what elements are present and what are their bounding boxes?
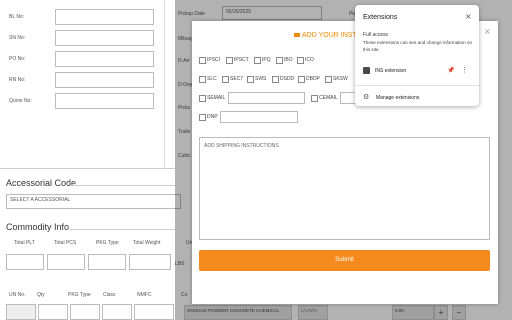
- modal-close-icon[interactable]: ×: [484, 27, 491, 36]
- dnp-input[interactable]: [220, 111, 298, 123]
- pkg-type-input-2[interactable]: [70, 304, 100, 320]
- accessorial-title: Accessorial Code: [6, 178, 77, 188]
- extensions-popup: Extensions × Full access These extension…: [355, 5, 479, 106]
- checkbox-cemail[interactable]: [311, 95, 318, 102]
- checkbox-ipsct-label: IPSCT: [234, 57, 249, 63]
- checkbox-slc-label: SLC: [207, 76, 217, 82]
- checkbox-dnp[interactable]: [199, 114, 206, 121]
- checkbox-semail[interactable]: [199, 95, 206, 102]
- full-access-description: These extensions can see and change info…: [363, 40, 473, 52]
- po-no-label: PO No:: [9, 56, 26, 62]
- dnp-label: DNP: [207, 114, 218, 120]
- submit-button[interactable]: Submit: [199, 250, 490, 271]
- divider: [355, 85, 479, 86]
- bl-no-label: BL No:: [9, 14, 25, 20]
- rn-no-label: RN No:: [9, 77, 26, 83]
- un-no-label: UN No.: [9, 292, 26, 298]
- checkbox-dbdp[interactable]: [298, 76, 305, 83]
- pkg-type-label-2: PKG Type: [68, 292, 91, 298]
- checkbox-sec7-label: SEC7: [230, 76, 244, 82]
- pkg-type-input[interactable]: [88, 254, 126, 270]
- checkbox-ipq[interactable]: [254, 57, 261, 64]
- nmfc-input[interactable]: [134, 304, 174, 320]
- folder-icon: [294, 33, 300, 38]
- checkbox-ibo[interactable]: [276, 57, 283, 64]
- pkg-type-label: PKG Type: [96, 240, 119, 246]
- checkbox-sws[interactable]: [247, 76, 254, 83]
- extensions-title: Extensions: [363, 14, 398, 21]
- quote-no-label: Quote No:: [9, 98, 32, 104]
- checkbox-sws-label: SWS: [255, 76, 267, 82]
- un-no-input[interactable]: [6, 304, 36, 320]
- quote-no-input[interactable]: [55, 93, 154, 109]
- pin-icon[interactable]: 📌: [447, 67, 454, 74]
- more-options-icon[interactable]: ⋮: [461, 66, 468, 74]
- accessorial-select[interactable]: SELECT A ACCESSORIAL: [6, 194, 181, 209]
- checkbox-dbdp-label: DBDP: [306, 76, 320, 82]
- class-label: Class: [103, 292, 116, 298]
- divider: [0, 168, 175, 169]
- divider: [70, 229, 175, 230]
- cemail-label: CEMAIL: [319, 95, 338, 101]
- shipping-instructions-textarea[interactable]: ADD SHIPPING INSTRUCTIONS: [199, 137, 490, 240]
- rn-no-input[interactable]: [55, 72, 154, 88]
- checkbox-dsdd-label: DSDD: [280, 76, 295, 82]
- class-input[interactable]: [102, 304, 132, 320]
- checkbox-ipsci-label: IPSCI: [207, 57, 221, 63]
- checkbox-dsdd[interactable]: [272, 76, 279, 83]
- checkbox-ico-label: ICO: [305, 57, 314, 63]
- divider: [164, 0, 165, 168]
- semail-label: SEMAIL: [207, 95, 226, 101]
- checkbox-ipsci[interactable]: [199, 57, 206, 64]
- total-plt-input[interactable]: [6, 254, 44, 270]
- total-pcs-input[interactable]: [47, 254, 85, 270]
- checkbox-ibo-label: IBO: [284, 57, 293, 63]
- commodity-title: Commodity Info.: [6, 222, 72, 232]
- extension-icon: [363, 67, 370, 74]
- checkbox-slc[interactable]: [199, 76, 206, 83]
- semail-input[interactable]: [228, 92, 305, 104]
- qty-input[interactable]: [38, 304, 68, 320]
- extensions-close-icon[interactable]: ×: [465, 12, 472, 21]
- full-access-heading: Full access: [363, 32, 389, 38]
- gear-icon: ⚙: [363, 94, 370, 101]
- total-pcs-label: Total PCS: [54, 240, 77, 246]
- checkbox-sksw-label: SKSW: [333, 76, 348, 82]
- page: BL No: SN No: PO No: RN No: Quote No: Ac…: [0, 0, 512, 320]
- total-weight-input[interactable]: [129, 254, 171, 270]
- sn-no-label: SN No:: [9, 35, 26, 41]
- qty-label: Qty: [37, 292, 45, 298]
- divider: [70, 185, 175, 186]
- sn-no-input[interactable]: [55, 30, 154, 46]
- total-weight-label: Total Weight: [133, 240, 161, 246]
- manage-extensions-link[interactable]: Manage extensions: [376, 95, 419, 101]
- checkbox-ipsct[interactable]: [226, 57, 233, 64]
- total-plt-label: Total PLT: [14, 240, 35, 246]
- checkbox-sec7[interactable]: [222, 76, 229, 83]
- nmfc-label: NMFC: [137, 292, 152, 298]
- extension-name[interactable]: INS extension: [375, 68, 406, 74]
- po-no-input[interactable]: [55, 51, 154, 67]
- checkbox-ipq-label: IPQ: [262, 57, 271, 63]
- checkbox-sksw[interactable]: [325, 76, 332, 83]
- bl-no-input[interactable]: [55, 9, 154, 25]
- checkbox-ico[interactable]: [297, 57, 304, 64]
